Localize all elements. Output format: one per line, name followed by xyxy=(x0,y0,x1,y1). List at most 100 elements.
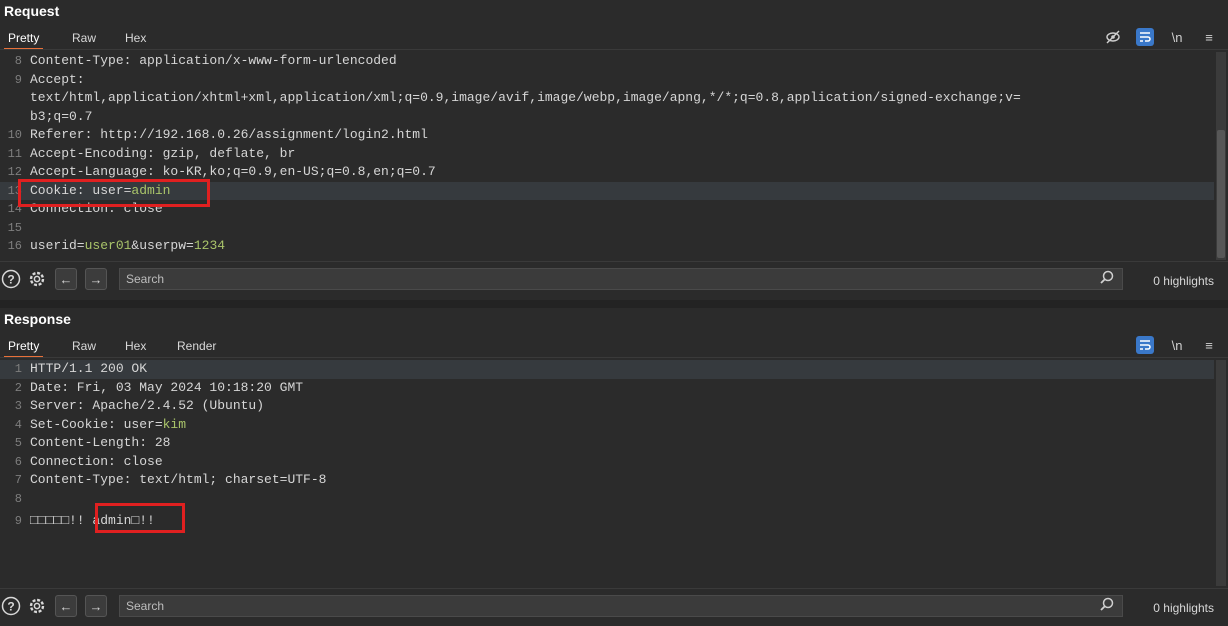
magnifier-icon xyxy=(1100,597,1114,614)
gear-icon[interactable] xyxy=(26,268,48,290)
search-input[interactable] xyxy=(119,268,1123,290)
code-text: Accept: xyxy=(30,71,85,87)
code-line: 10 Referer: http://192.168.0.26/assignmen… xyxy=(0,126,1214,145)
line-number: 3 xyxy=(14,399,22,413)
response-editor[interactable]: 1 HTTP/1.1 200 OK 2 Date: Fri, 03 May 2024… xyxy=(0,360,1214,586)
code-line: 8 xyxy=(0,490,1214,509)
tab-hex[interactable]: Hex xyxy=(121,28,150,48)
param-value: 1234 xyxy=(193,238,226,253)
response-title: Response xyxy=(4,311,71,327)
gear-icon[interactable] xyxy=(26,595,48,617)
code-line: 9 Accept: xyxy=(0,71,1214,90)
code-text: userid=user01&userpw=1234 xyxy=(30,237,225,256)
code-text: text/html,application/xhtml+xml,applicat… xyxy=(30,90,1021,105)
code-line: 3 Server: Apache/2.4.52 (Ubuntu) xyxy=(0,397,1214,416)
line-number: 8 xyxy=(14,54,22,68)
code-line-body: 16 userid=user01&userpw=1234 xyxy=(0,237,1214,256)
request-scrollbar[interactable] xyxy=(1216,52,1226,260)
code-text: Referer: http://192.168.0.26/assignment/… xyxy=(30,127,428,142)
line-number: 5 xyxy=(14,436,22,450)
code-line: 8 Content-Type: application/x-www-form-ur… xyxy=(0,52,1214,71)
code-text: Cookie: user=admin xyxy=(30,182,170,201)
tab-hex[interactable]: Hex xyxy=(121,336,150,356)
code-line: 2 Date: Fri, 03 May 2024 10:18:20 GMT xyxy=(0,379,1214,398)
wrap-lines-icon[interactable] xyxy=(1136,336,1154,354)
hamburger-menu-icon[interactable]: ≡ xyxy=(1200,28,1218,46)
line-number: 4 xyxy=(14,417,22,432)
code-line: 5 Content-Length: 28 xyxy=(0,434,1214,453)
code-line-body: 9 □□□□□!! admin□!! xyxy=(0,512,1214,531)
code-line: 14 Connection: close xyxy=(0,200,1214,219)
code-text: Set-Cookie: user=kim xyxy=(30,416,186,435)
tab-pretty[interactable]: Pretty xyxy=(4,336,44,358)
pane-divider[interactable] xyxy=(0,300,1228,308)
request-toolbar: \n ≡ xyxy=(1104,26,1218,48)
line-number: 6 xyxy=(14,454,22,469)
line-number: 9 xyxy=(14,72,22,87)
help-icon[interactable]: ? xyxy=(0,595,22,617)
code-text: Content-Length: 28 xyxy=(30,435,171,450)
tab-raw[interactable]: Raw xyxy=(68,336,100,356)
code-line-set-cookie: 4 Set-Cookie: user=kim xyxy=(0,416,1214,435)
line-number: 14 xyxy=(7,202,22,216)
request-pane: Request Pretty Raw Hex \n ≡ 8 Content-Typ… xyxy=(0,0,1228,300)
param-value: user01 xyxy=(84,238,132,253)
line-number: 9 xyxy=(14,514,22,528)
code-line: 15 xyxy=(0,219,1214,238)
line-number: 7 xyxy=(14,473,22,487)
line-number: 12 xyxy=(7,165,22,179)
code-text: Connection: close xyxy=(30,201,163,216)
code-line: 7 Content-Type: text/html; charset=UTF-8 xyxy=(0,471,1214,490)
line-number: 8 xyxy=(14,491,22,506)
eye-slash-icon[interactable] xyxy=(1104,28,1122,46)
code-text: Content-Type: application/x-www-form-url… xyxy=(30,53,397,68)
back-arrow-icon[interactable]: ← xyxy=(55,268,77,290)
tabs-divider xyxy=(0,49,1228,50)
response-toolbar: \n ≡ xyxy=(1136,334,1218,356)
code-line: 12 Accept-Language: ko-KR,ko;q=0.9,en-US;… xyxy=(0,163,1214,182)
response-tabs: Pretty Raw Hex Render xyxy=(0,336,1228,358)
wrap-lines-icon[interactable] xyxy=(1136,28,1154,46)
response-scrollbar[interactable] xyxy=(1216,360,1226,586)
header-key: Cookie: user= xyxy=(30,182,132,198)
line-number: 1 xyxy=(14,362,22,376)
highlights-count: 0 highlights xyxy=(1153,274,1214,288)
request-title: Request xyxy=(4,3,60,19)
line-number: 2 xyxy=(14,380,22,395)
tab-render[interactable]: Render xyxy=(173,336,220,356)
tab-raw[interactable]: Raw xyxy=(68,28,100,48)
help-glyph: ? xyxy=(7,273,14,287)
code-line: b3;q=0.7 xyxy=(0,108,1214,127)
newline-toggle-icon[interactable]: \n xyxy=(1168,28,1186,46)
forward-arrow-icon[interactable]: → xyxy=(85,595,107,617)
cookie-value: admin xyxy=(131,182,171,198)
code-text: Connection: close xyxy=(30,453,163,469)
code-line-cookie: 13 Cookie: user=admin xyxy=(0,181,1214,201)
code-text: Date: Fri, 03 May 2024 10:18:20 GMT xyxy=(30,379,304,395)
tabs-divider xyxy=(0,357,1228,358)
code-text: Accept-Language: ko-KR,ko;q=0.9,en-US;q=… xyxy=(30,164,436,179)
line-number: 16 xyxy=(7,239,22,253)
back-arrow-icon[interactable]: ← xyxy=(55,595,77,617)
code-line: 6 Connection: close xyxy=(0,453,1214,472)
tab-pretty[interactable]: Pretty xyxy=(4,28,44,50)
code-text: Content-Type: text/html; charset=UTF-8 xyxy=(30,472,327,487)
request-editor[interactable]: 8 Content-Type: application/x-www-form-ur… xyxy=(0,52,1214,260)
code-text: b3;q=0.7 xyxy=(30,108,93,124)
response-search-bar: ? ← → 0 highlights xyxy=(0,588,1228,623)
line-number: 13 xyxy=(7,183,22,198)
forward-arrow-icon[interactable]: → xyxy=(85,268,107,290)
help-icon[interactable]: ? xyxy=(0,268,22,290)
search-input[interactable] xyxy=(119,595,1123,617)
scrollbar-thumb[interactable] xyxy=(1217,130,1225,258)
highlights-count: 0 highlights xyxy=(1153,601,1214,615)
newline-toggle-icon[interactable]: \n xyxy=(1168,336,1186,354)
code-text: □□□□□!! admin□!! xyxy=(30,513,155,528)
hamburger-menu-icon[interactable]: ≡ xyxy=(1200,336,1218,354)
response-pane: Response Pretty Raw Hex Render \n ≡ 1 HTT… xyxy=(0,308,1228,626)
magnifier-icon xyxy=(1100,270,1114,287)
cookie-value: kim xyxy=(162,416,187,432)
code-line: 11 Accept-Encoding: gzip, deflate, br xyxy=(0,145,1214,164)
param-key: &userpw= xyxy=(131,238,194,253)
line-number: 11 xyxy=(7,146,22,161)
